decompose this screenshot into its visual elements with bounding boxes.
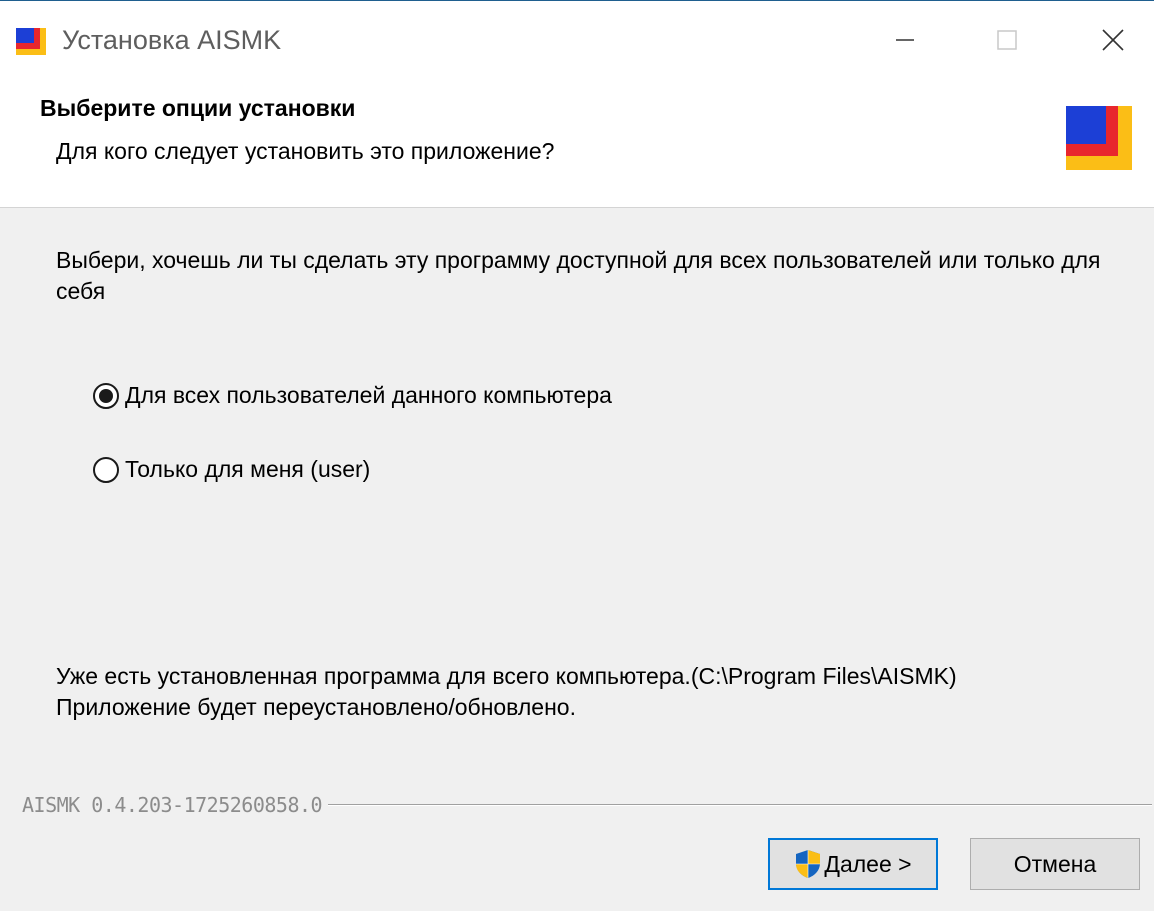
option-current-user-label[interactable]: Только для меня (user): [125, 456, 370, 483]
radio-button[interactable]: [93, 456, 119, 483]
cancel-button-label: Отмена: [1013, 850, 1097, 877]
maximize-button: [972, 9, 1042, 71]
radio-dot: [99, 388, 113, 403]
close-icon: [1102, 29, 1124, 51]
intro-text: Выбери, хочешь ли ты сделать эту програм…: [56, 247, 1101, 304]
radio-button-selected[interactable]: [93, 382, 119, 409]
option-all-users-label[interactable]: Для всех пользователей данного компьютер…: [125, 382, 612, 409]
minimize-button[interactable]: [870, 9, 940, 71]
notice-line-1: Уже есть установленная программа для все…: [56, 663, 957, 689]
close-button[interactable]: [1078, 9, 1148, 71]
window-title: Установка AISMK: [62, 25, 282, 55]
notice-line-2: Приложение будет переустановлено/обновле…: [56, 694, 576, 720]
existing-install-notice: Уже есть установленная программа для все…: [56, 661, 1056, 723]
separator-line: [328, 804, 1152, 806]
option-all-users[interactable]: Для всех пользователей данного компьютер…: [93, 382, 612, 409]
page-subtitle: Для кого следует установить это приложен…: [56, 138, 555, 164]
cancel-button[interactable]: Отмена: [970, 838, 1140, 890]
next-button-label: Далее >: [824, 850, 912, 877]
header-panel: Выберите опции установки Для кого следуе…: [0, 79, 1154, 208]
app-logo-icon: [16, 28, 46, 55]
page-title: Выберите опции установки: [40, 95, 356, 121]
maximize-icon: [997, 30, 1017, 50]
minimize-icon: [896, 39, 914, 41]
installer-window: Установка AISMK Выберите опции установки…: [0, 0, 1154, 911]
header-logo-icon: [1066, 106, 1132, 170]
uac-shield-icon: [796, 850, 821, 878]
version-label: AISMK 0.4.203-1725260858.0: [22, 793, 323, 817]
option-current-user[interactable]: Только для меня (user): [93, 456, 370, 483]
title-bar[interactable]: Установка AISMK: [0, 1, 1154, 79]
next-button[interactable]: Далее >: [768, 838, 938, 890]
version-separator: AISMK 0.4.203-1725260858.0: [22, 793, 1152, 817]
